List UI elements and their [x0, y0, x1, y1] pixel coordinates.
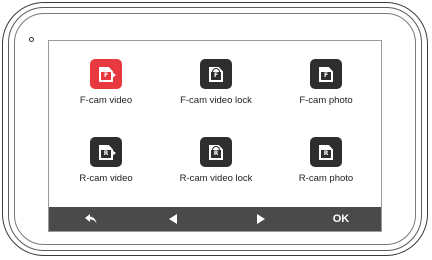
bottom-toolbar: OK [49, 207, 381, 231]
screen: F F-cam video F F-cam video lock F F-cam… [48, 40, 382, 232]
r-cam-photo-icon: R [310, 137, 342, 167]
menu-item-r-cam-photo[interactable]: R R-cam photo [271, 137, 381, 184]
menu-item-label: R-cam photo [298, 173, 354, 184]
menu-item-label: F-cam video [79, 95, 133, 106]
menu-item-f-cam-photo[interactable]: F F-cam photo [271, 59, 381, 106]
menu-item-label: F-cam photo [299, 95, 353, 106]
ok-button[interactable]: OK [321, 207, 361, 231]
file-type-menu: F F-cam video F F-cam video lock F F-cam… [49, 41, 381, 209]
menu-item-r-cam-video-lock[interactable]: R R-cam video lock [161, 137, 271, 184]
previous-button[interactable] [153, 207, 193, 231]
right-triangle-icon [241, 213, 281, 225]
left-triangle-icon [153, 213, 193, 225]
back-button[interactable] [71, 207, 111, 231]
next-button[interactable] [241, 207, 281, 231]
f-cam-video-icon: F [90, 59, 122, 89]
light-sensor [29, 37, 34, 42]
menu-item-label: F-cam video lock [180, 95, 252, 106]
menu-item-f-cam-video-lock[interactable]: F F-cam video lock [161, 59, 271, 106]
menu-item-r-cam-video[interactable]: R R-cam video [51, 137, 161, 184]
r-cam-video-icon: R [90, 137, 122, 167]
menu-item-label: R-cam video lock [179, 173, 253, 184]
menu-item-label: R-cam video [79, 173, 133, 184]
r-cam-video-lock-icon: R [200, 137, 232, 167]
f-cam-video-lock-icon: F [200, 59, 232, 89]
f-cam-photo-icon: F [310, 59, 342, 89]
back-arrow-icon [71, 213, 111, 225]
menu-item-f-cam-video[interactable]: F F-cam video [51, 59, 161, 106]
